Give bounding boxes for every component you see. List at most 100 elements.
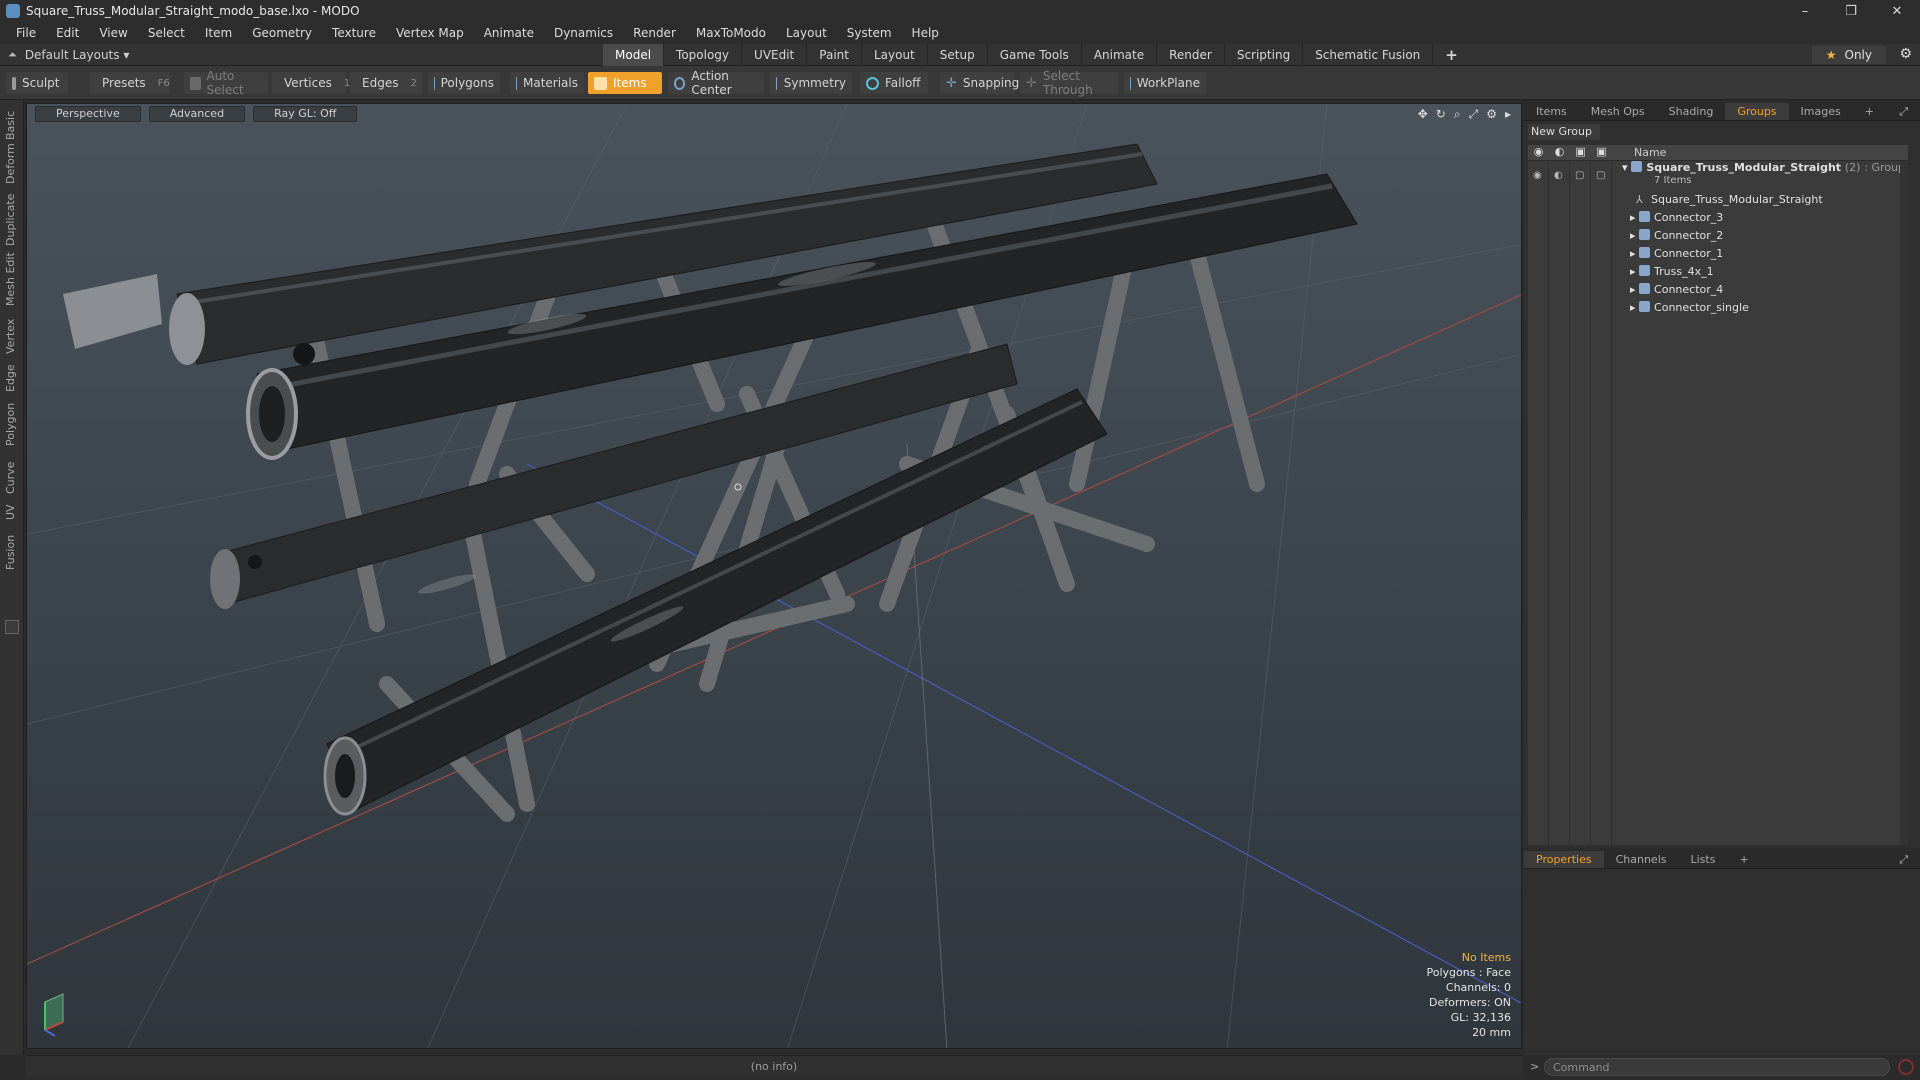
tree-item[interactable]: ⅄ Square_Truss_Modular_Straight (1528, 191, 1908, 209)
action-center-button[interactable]: Action Center (668, 69, 764, 97)
close-button[interactable]: ✕ (1874, 0, 1920, 22)
tab-mesh-edit[interactable]: Mesh Edit (4, 252, 17, 306)
tab-edge[interactable]: Edge (4, 364, 17, 392)
tab-vertex[interactable]: Vertex (4, 319, 17, 354)
menu-file[interactable]: File (6, 26, 46, 40)
collapse-icon[interactable]: ⏶ (8, 48, 17, 62)
tab-topology[interactable]: Topology (664, 44, 743, 66)
materials-button[interactable]: Materials (510, 72, 584, 94)
tab-lists[interactable]: Lists (1679, 851, 1728, 868)
menu-layout[interactable]: Layout (776, 26, 837, 40)
gear-icon[interactable]: ⚙ (1899, 46, 1912, 62)
pan-icon[interactable]: ✥ (1418, 107, 1428, 122)
select-through-button[interactable]: ✛ Select Through (1020, 69, 1118, 97)
menu-select[interactable]: Select (138, 26, 195, 40)
select-toggle-icon[interactable]: ▢ (1596, 167, 1605, 185)
expand-props-icon[interactable]: ⤢ (1887, 851, 1920, 868)
viewport-gear-icon[interactable]: ⚙ (1486, 107, 1497, 122)
new-group-button[interactable]: New Group (1528, 124, 1600, 140)
tab-model[interactable]: Model (603, 44, 665, 66)
tab-paint[interactable]: Paint (807, 44, 862, 66)
lock-col-icon[interactable]: ▣ (1570, 145, 1591, 160)
edges-button[interactable]: Edges 2 (350, 72, 422, 94)
add-tab-icon[interactable]: + (1433, 44, 1470, 66)
tree-scrollbar[interactable] (1900, 161, 1908, 845)
presets-button[interactable]: Presets F6 (90, 72, 170, 94)
command-input[interactable] (1544, 1058, 1890, 1076)
polygons-button[interactable]: Polygons (428, 72, 500, 94)
select-col-icon[interactable]: ▣ (1591, 145, 1612, 160)
eye-icon[interactable]: ◉ (1533, 167, 1542, 185)
tab-images[interactable]: Images (1789, 103, 1853, 120)
symmetry-button[interactable]: Symmetry (770, 72, 852, 94)
lock-toggle-icon[interactable]: ▢ (1575, 167, 1584, 185)
menu-vertex-map[interactable]: Vertex Map (386, 26, 474, 40)
expand-arrow-icon[interactable]: ▾ (1622, 161, 1628, 174)
tab-groups[interactable]: Groups (1725, 103, 1789, 120)
tab-deform[interactable]: Deform (4, 143, 17, 184)
maximize-button[interactable]: ❐ (1828, 0, 1874, 22)
tab-uvedit[interactable]: UVEdit (742, 44, 808, 66)
items-button[interactable]: Items (588, 72, 662, 94)
tab-uv[interactable]: UV (4, 504, 17, 520)
menu-render[interactable]: Render (623, 26, 686, 40)
zoom-icon[interactable]: ⌕ (1454, 107, 1461, 122)
tab-properties[interactable]: Properties (1524, 851, 1604, 868)
tab-animate[interactable]: Animate (1082, 44, 1158, 66)
vertices-button[interactable]: Vertices 1 (272, 72, 350, 94)
menu-geometry[interactable]: Geometry (242, 26, 322, 40)
menu-dynamics[interactable]: Dynamics (544, 26, 623, 40)
menu-view[interactable]: View (89, 26, 137, 40)
workplane-button[interactable]: WorkPlane (1124, 72, 1206, 94)
render-toggle-icon[interactable]: ◐ (1554, 167, 1563, 185)
menu-animate[interactable]: Animate (474, 26, 544, 40)
layouts-dropdown[interactable]: ⏶ Default Layouts ▾ (8, 44, 129, 66)
rotate-icon[interactable]: ↻ (1436, 107, 1446, 122)
tab-layout[interactable]: Layout (862, 44, 928, 66)
tab-curve[interactable]: Curve (4, 462, 17, 494)
3d-viewport[interactable]: Perspective Advanced Ray GL: Off ✥ ↻ ⌕ ⤢… (26, 103, 1522, 1049)
only-button[interactable]: ★ Only (1811, 46, 1886, 64)
minimize-button[interactable]: – (1782, 0, 1828, 22)
tab-basic[interactable]: Basic (4, 111, 17, 140)
raygl-toggle[interactable]: Ray GL: Off (253, 106, 358, 122)
name-column-header[interactable]: Name (1634, 145, 1666, 160)
menu-system[interactable]: System (837, 26, 902, 40)
tab-scripting[interactable]: Scripting (1225, 44, 1304, 66)
tab-game-tools[interactable]: Game Tools (988, 44, 1082, 66)
tab-setup[interactable]: Setup (928, 44, 988, 66)
menu-help[interactable]: Help (902, 26, 949, 40)
panel-toggle-button[interactable] (5, 620, 19, 634)
tab-fusion[interactable]: Fusion (4, 535, 17, 570)
view-perspective-dropdown[interactable]: Perspective (35, 106, 141, 122)
tab-polygon[interactable]: Polygon (4, 403, 17, 446)
snapping-button[interactable]: ✛ Snapping (940, 72, 1019, 94)
tab-duplicate[interactable]: Duplicate (4, 194, 17, 246)
tab-channels[interactable]: Channels (1604, 851, 1679, 868)
tab-items[interactable]: Items (1524, 103, 1579, 120)
tree-item[interactable]: ▸ Connector_4 (1528, 281, 1908, 299)
tree-item[interactable]: ▸ Connector_2 (1528, 227, 1908, 245)
add-panel-tab-icon[interactable]: + (1853, 103, 1886, 120)
shading-advanced-dropdown[interactable]: Advanced (148, 106, 246, 122)
sculpt-button[interactable]: Sculpt (6, 72, 68, 94)
tab-mesh-ops[interactable]: Mesh Ops (1579, 103, 1657, 120)
add-props-tab-icon[interactable]: + (1727, 851, 1760, 868)
tab-shading[interactable]: Shading (1657, 103, 1726, 120)
tab-schematic-fusion[interactable]: Schematic Fusion (1303, 44, 1434, 66)
group-row[interactable]: ◉ ◐ ▢ ▢ ▾ Square_Truss_Modular_Straight … (1528, 161, 1908, 191)
tab-render[interactable]: Render (1157, 44, 1225, 66)
visibility-col-icon[interactable]: ◉ (1528, 145, 1549, 160)
auto-select-button[interactable]: Auto Select (184, 69, 268, 97)
menu-item[interactable]: Item (195, 26, 242, 40)
menu-edit[interactable]: Edit (46, 26, 89, 40)
expand-panel-icon[interactable]: ⤢ (1887, 103, 1920, 120)
menu-maxtomodo[interactable]: MaxToModo (686, 26, 776, 40)
tree-item[interactable]: ▸ Connector_single (1528, 299, 1908, 317)
menu-texture[interactable]: Texture (322, 26, 386, 40)
falloff-button[interactable]: Falloff (860, 72, 928, 94)
render-col-icon[interactable]: ◐ (1549, 145, 1570, 160)
fit-icon[interactable]: ⤢ (1469, 107, 1479, 122)
tree-item[interactable]: ▸ Truss_4x_1 (1528, 263, 1908, 281)
tree-item[interactable]: ▸ Connector_1 (1528, 245, 1908, 263)
